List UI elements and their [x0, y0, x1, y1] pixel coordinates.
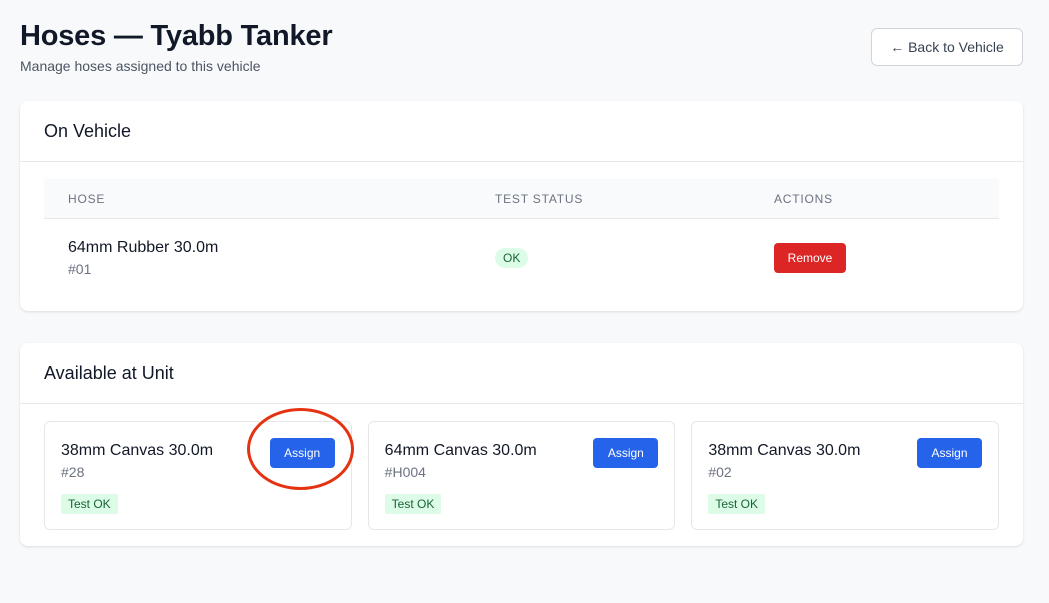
assign-button[interactable]: Assign — [917, 438, 983, 468]
table-row: 64mm Rubber 30.0m #01 OK Remove — [44, 219, 999, 297]
hose-id: #01 — [68, 261, 92, 277]
test-ok-badge: Test OK — [384, 494, 442, 514]
on-vehicle-title: On Vehicle — [20, 101, 1023, 162]
available-title: Available at Unit — [20, 343, 1023, 404]
remove-button[interactable]: Remove — [774, 243, 846, 273]
hose-card: 38mm Canvas 30.0m #28 Test OK Assign — [44, 421, 352, 530]
back-to-vehicle-button[interactable]: ← Back to Vehicle — [871, 28, 1023, 66]
hose-cell: 64mm Rubber 30.0m #01 — [44, 239, 495, 277]
hose-card: 64mm Canvas 30.0m #H004 Test OK Assign — [367, 421, 676, 530]
actions-cell: Remove — [774, 243, 999, 273]
column-header-hose: Hose — [68, 191, 106, 206]
on-vehicle-table: Hose Test Status Actions 64mm Rubber 30.… — [44, 179, 999, 297]
available-hose-grid: 38mm Canvas 30.0m #28 Test OK Assign 64m… — [20, 404, 1023, 530]
available-card: Available at Unit 38mm Canvas 30.0m #28 … — [20, 343, 1023, 546]
test-ok-badge: Test OK — [61, 494, 118, 514]
column-header-actions: Actions — [774, 191, 833, 206]
assign-button[interactable]: Assign — [269, 438, 335, 468]
assign-button[interactable]: Assign — [593, 438, 659, 468]
status-badge: OK — [495, 248, 529, 268]
test-ok-badge: Test OK — [708, 494, 766, 514]
column-header-test-status: Test Status — [495, 191, 584, 206]
hose-name: 64mm Rubber 30.0m — [68, 239, 219, 256]
hose-card: 38mm Canvas 30.0m #02 Test OK Assign — [691, 421, 1000, 530]
status-cell: OK — [495, 248, 774, 268]
table-header: Hose Test Status Actions — [44, 179, 999, 219]
page-header: Hoses — Tyabb Tanker Manage hoses assign… — [20, 18, 1023, 82]
on-vehicle-card: On Vehicle Hose Test Status Actions 64mm… — [20, 101, 1023, 311]
